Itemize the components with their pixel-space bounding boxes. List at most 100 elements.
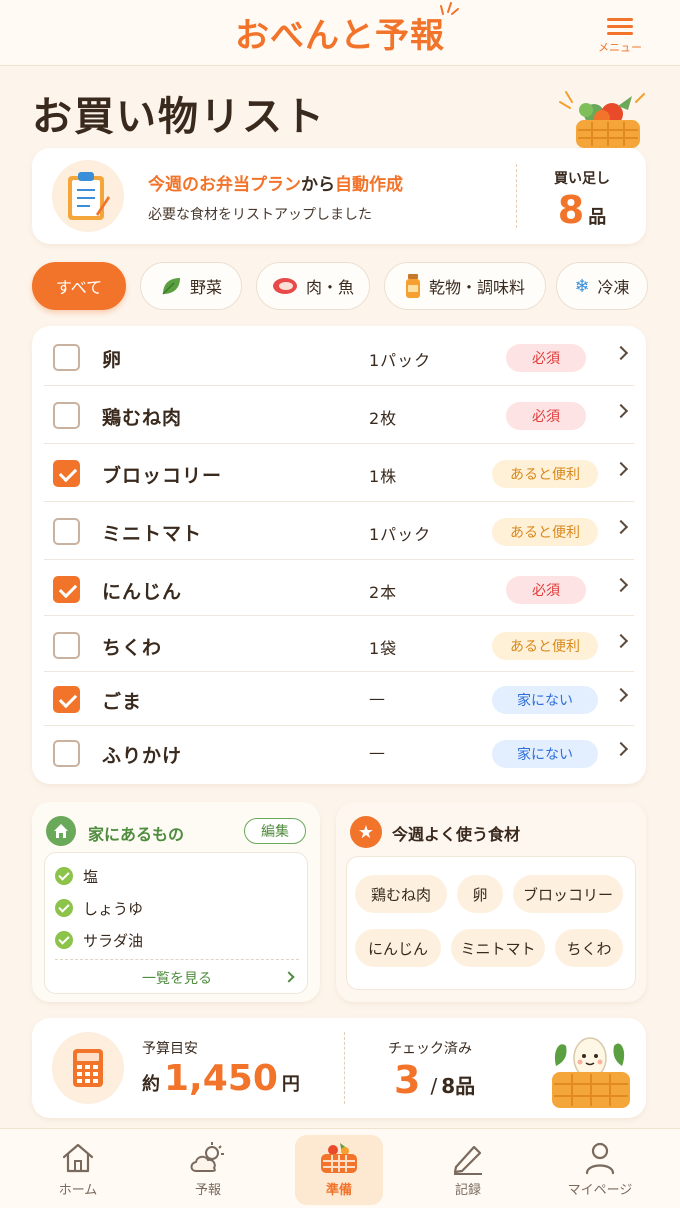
- budget-number: 1,450: [164, 1058, 278, 1099]
- home-stock-list: 塩 しょうゆ サラダ油 一覧を見る: [44, 852, 308, 994]
- item-name: ごま: [102, 691, 143, 713]
- menu-button[interactable]: メニュー: [592, 14, 648, 55]
- filter-label: 乾物・調味料: [428, 278, 525, 297]
- basket-mascot-illustration: [552, 1037, 630, 1108]
- item-checkbox[interactable]: [53, 686, 80, 713]
- item-name: ちくわ: [102, 637, 163, 659]
- info-connector: から: [301, 175, 335, 195]
- checked-label: チェック済み: [388, 1041, 472, 1057]
- item-name: ブロッコリー: [102, 465, 223, 487]
- filter-chip-dry-seasoning[interactable]: 乾物・調味料: [384, 262, 546, 310]
- item-checkbox[interactable]: [53, 632, 80, 659]
- plan-link-text: 今週のお弁当プラン: [148, 175, 301, 195]
- chevron-right-icon[interactable]: [613, 345, 629, 361]
- list-item[interactable]: ふりかけ — 家にない: [44, 726, 634, 780]
- filter-chip-frozen[interactable]: ❄ 冷凍: [556, 262, 648, 310]
- chevron-right-icon[interactable]: [613, 687, 629, 703]
- house-icon: [46, 816, 76, 846]
- divider: [344, 1032, 345, 1104]
- nav-tab-home[interactable]: ホーム: [33, 1135, 123, 1205]
- item-checkbox[interactable]: [53, 344, 80, 371]
- list-item[interactable]: にんじん 2本 必須: [44, 560, 634, 616]
- list-item[interactable]: ミニトマト 1パック あると便利: [44, 502, 634, 560]
- nav-tab-mypage[interactable]: マイページ: [555, 1135, 645, 1205]
- nav-tab-forecast[interactable]: 予報: [163, 1135, 253, 1205]
- home-stock-title: 家にあるもの: [88, 825, 185, 844]
- menu-label: メニュー: [598, 41, 642, 54]
- status-badge: 必須: [506, 344, 586, 372]
- list-item[interactable]: ちくわ 1袋 あると便利: [44, 616, 634, 672]
- ingredient-chip[interactable]: にんじん: [355, 929, 441, 967]
- list-item[interactable]: ごま — 家にない: [44, 672, 634, 726]
- chevron-right-icon[interactable]: [613, 633, 629, 649]
- status-badge: あると便利: [492, 632, 598, 660]
- user-icon: [585, 1142, 615, 1175]
- item-checkbox[interactable]: [53, 576, 80, 603]
- list-item: 塩: [55, 865, 98, 887]
- star-icon: ★: [350, 816, 382, 848]
- ingredient-chip[interactable]: ブロッコリー: [513, 875, 623, 913]
- budget-prefix: 約: [142, 1074, 160, 1095]
- basket-icon: [321, 1143, 357, 1173]
- vegetable-basket-illustration: [559, 91, 645, 148]
- chevron-right-icon[interactable]: [613, 577, 629, 593]
- item-quantity: 2枚: [369, 409, 398, 428]
- item-name: 鶏むね肉: [102, 407, 183, 429]
- list-item: サラダ油: [55, 929, 143, 951]
- list-item[interactable]: ブロッコリー 1株 あると便利: [44, 444, 634, 502]
- filter-chip-meat-fish[interactable]: 肉・魚: [256, 262, 370, 310]
- item-quantity: 2本: [369, 583, 398, 602]
- ingredient-chip[interactable]: ちくわ: [555, 929, 623, 967]
- checked-number: 3: [394, 1058, 421, 1102]
- ingredient-chip[interactable]: ミニトマト: [451, 929, 545, 967]
- budget-amount: 約 1,450 円: [142, 1058, 300, 1099]
- filter-chip-vegetables[interactable]: 野菜: [140, 262, 242, 310]
- hamburger-icon: [592, 18, 648, 35]
- info-headline: 今週のお弁当プランから自動作成: [148, 170, 403, 195]
- app-header: おべんと予報 メニュー: [0, 0, 680, 66]
- item-checkbox[interactable]: [53, 460, 80, 487]
- ingredient-chip[interactable]: 鶏むね肉: [355, 875, 447, 913]
- list-item[interactable]: 卵 1パック 必須: [44, 328, 634, 386]
- chevron-right-icon[interactable]: [613, 403, 629, 419]
- status-badge: 家にない: [492, 740, 598, 768]
- chevron-right-icon[interactable]: [613, 519, 629, 535]
- item-checkbox[interactable]: [53, 518, 80, 545]
- filter-chip-all[interactable]: すべて: [32, 262, 126, 310]
- extra-count-unit: 品: [588, 207, 607, 228]
- list-item: しょうゆ: [55, 897, 143, 919]
- filter-label: 野菜: [189, 278, 222, 297]
- nav-tab-record[interactable]: 記録: [423, 1135, 513, 1205]
- item-quantity: 1パック: [369, 351, 432, 370]
- edit-button[interactable]: 編集: [244, 818, 306, 844]
- nav-tab-prepare[interactable]: 準備: [295, 1135, 383, 1205]
- list-item[interactable]: 鶏むね肉 2枚 必須: [44, 386, 634, 444]
- item-quantity: 1株: [369, 467, 398, 486]
- item-checkbox[interactable]: [53, 402, 80, 429]
- ingredient-chip[interactable]: 卵: [457, 875, 503, 913]
- chevron-right-icon[interactable]: [613, 461, 629, 477]
- item-checkbox[interactable]: [53, 740, 80, 767]
- view-all-link[interactable]: 一覧を見る: [45, 968, 309, 988]
- sparkle-icon: [440, 2, 459, 15]
- bottom-navigation: ホーム 予報 準備 記録 マイページ: [0, 1128, 680, 1208]
- item-name: ふりかけ: [102, 745, 183, 767]
- chevron-right-icon[interactable]: [613, 741, 629, 757]
- nav-label: 予報: [194, 1183, 221, 1198]
- app-logo: おべんと予報: [235, 2, 459, 57]
- calculator-icon: [52, 1032, 124, 1104]
- shopping-list: 卵 1パック 必須 鶏むね肉 2枚 必須 ブロッコリー 1株 あると便利 ミニト…: [32, 326, 646, 784]
- check-circle-icon: [55, 899, 73, 917]
- snowflake-icon: ❄: [574, 275, 590, 297]
- status-badge: 必須: [506, 402, 586, 430]
- item-name: ミニトマト: [102, 523, 203, 545]
- extra-items-label: 買い足し: [554, 171, 610, 187]
- app-logo-text: おべんと予報: [235, 16, 445, 56]
- frequent-list: 鶏むね肉 卵 ブロッコリー にんじん ミニトマト ちくわ: [346, 856, 636, 990]
- budget-summary-card: 予算目安 約 1,450 円 チェック済み 3 /8品: [32, 1018, 646, 1118]
- home-item-label: サラダ油: [83, 931, 144, 950]
- frequent-title: 今週よく使う食材: [392, 825, 521, 844]
- status-badge: あると便利: [492, 460, 598, 488]
- weather-icon: [190, 1142, 224, 1172]
- filter-label: 肉・魚: [305, 278, 354, 297]
